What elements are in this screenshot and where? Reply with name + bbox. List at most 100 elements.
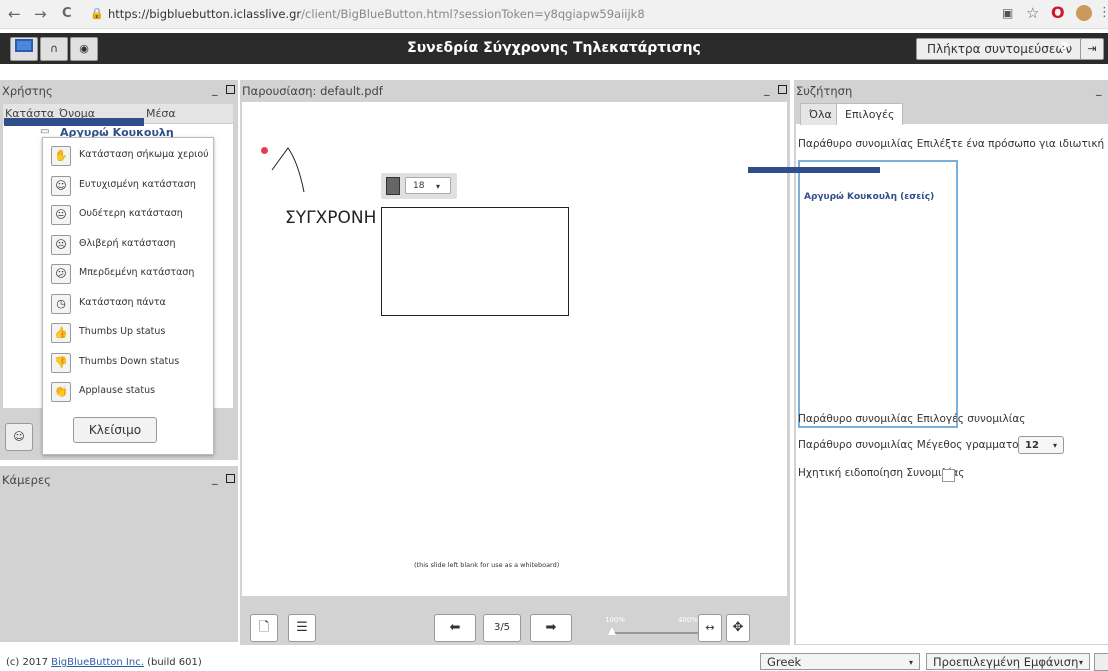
text-color-swatch[interactable] bbox=[386, 177, 400, 195]
maximize-icon[interactable] bbox=[226, 474, 235, 483]
app-header: ∩ ◉ Συνεδρία Σύγχρονης Τηλεκατάρτισης Πλ… bbox=[0, 33, 1108, 64]
fit-icon: ☰ bbox=[296, 620, 308, 635]
forward-icon[interactable]: → bbox=[34, 5, 47, 23]
translate-icon[interactable]: ▣ bbox=[1002, 6, 1013, 20]
minimize-icon[interactable]: _ bbox=[1096, 83, 1102, 96]
status-menu-item[interactable]: 😐 Ουδέτερη κατάσταση bbox=[51, 203, 211, 229]
bbb-link[interactable]: BigBlueButton Inc. bbox=[51, 657, 144, 668]
language-value: Greek bbox=[767, 655, 802, 669]
logout-button[interactable]: ⇥ bbox=[1080, 38, 1104, 60]
smiley-icon: ☺ bbox=[13, 430, 25, 443]
profile-avatar[interactable] bbox=[1076, 5, 1092, 21]
status-menu-label: Μπερδεμένη κατάσταση bbox=[79, 267, 195, 278]
status-menu-item[interactable]: ☹ Θλιβερή κατάσταση bbox=[51, 233, 211, 259]
presentation-title: Παρουσίαση: default.pdf bbox=[242, 84, 383, 98]
next-slide-button[interactable]: ➡ bbox=[530, 614, 572, 642]
status-menu: ✋ Κατάσταση σήκωμα χεριού ☺ Ευτυχισμένη κατ… bbox=[42, 137, 214, 455]
page-indicator[interactable]: 3/5 bbox=[483, 614, 521, 642]
chevron-down-icon: ▾ bbox=[1053, 441, 1058, 450]
browser-toolbar: ← → C 🔒 https://bigbluebutton.iclasslive… bbox=[0, 0, 1108, 29]
font-size-label: Παράθυρο συνομιλίας Μέγεθος γραμματοσειρ… bbox=[798, 439, 1055, 451]
status-menu-item[interactable]: ☺ Ευτυχισμένη κατάσταση bbox=[51, 174, 211, 200]
arrow-right-icon: ➡ bbox=[545, 620, 557, 635]
status-menu-item[interactable]: 👎 Thumbs Down status bbox=[51, 351, 211, 377]
move-button[interactable]: ✥ bbox=[726, 614, 750, 642]
status-menu-item[interactable]: ◷ Κατάσταση πάντα bbox=[51, 292, 211, 318]
blank-slide-note: (this slide left blank for use as a whit… bbox=[414, 561, 560, 569]
lock-icon: 🔒 bbox=[90, 7, 104, 20]
reload-icon[interactable]: C bbox=[62, 6, 72, 21]
layout-select[interactable]: Προεπιλεγμένη Εμφάνιση ▾ bbox=[926, 653, 1090, 670]
upload-button[interactable]: 🗋 bbox=[250, 614, 278, 642]
status-menu-label: Ουδέτερη κατάσταση bbox=[79, 208, 183, 219]
status-menu-item[interactable]: ✋ Κατάσταση σήκωμα χεριού bbox=[51, 144, 211, 170]
minimize-icon[interactable]: _ bbox=[212, 472, 218, 485]
emoji-status-button[interactable]: ☺ bbox=[5, 423, 33, 451]
url-host: https://bigbluebutton.iclasslive.gr bbox=[108, 7, 302, 21]
column-media[interactable]: Μέσα bbox=[146, 107, 176, 120]
minimize-icon[interactable]: _ bbox=[212, 83, 218, 96]
status-icon: 😐 bbox=[51, 205, 71, 225]
font-size-select[interactable]: 18 ▾ bbox=[405, 177, 451, 194]
copyright-prefix: (c) 2017 bbox=[6, 657, 48, 668]
move-icon: ✥ bbox=[732, 620, 744, 635]
chevron-down-icon: ▾ bbox=[1078, 658, 1083, 667]
address-bar[interactable]: https://bigbluebutton.iclasslive.gr/clie… bbox=[108, 3, 928, 25]
sound-notification-label: Ηχητική ειδοποίηση Συνομιλίας bbox=[798, 467, 965, 479]
status-icon: ☹ bbox=[51, 234, 71, 255]
chat-font-size-select[interactable]: 12 ▾ bbox=[1018, 436, 1064, 454]
tab-all[interactable]: Όλα bbox=[800, 103, 841, 125]
tab-options[interactable]: Επιλογές bbox=[836, 103, 904, 125]
previous-slide-button[interactable]: ⬅ bbox=[434, 614, 476, 642]
zoom-slider-thumb[interactable] bbox=[608, 627, 616, 635]
zoom-slider[interactable] bbox=[612, 632, 700, 634]
apply-layout-button[interactable] bbox=[1094, 653, 1108, 671]
freehand-stroke bbox=[271, 147, 305, 193]
fit-width-button[interactable]: ↔ bbox=[698, 614, 722, 642]
chat-options-label: Παράθυρο συνομιλίας Επιλογές συνομιλίας bbox=[798, 413, 1026, 425]
status-menu-label: Κατάσταση πάντα bbox=[79, 296, 166, 308]
sound-notification-checkbox[interactable] bbox=[942, 469, 955, 482]
status-menu-label: Ευτυχισμένη κατάσταση bbox=[79, 178, 196, 190]
private-chat-hint: Παράθυρο συνομιλίας Επιλέξτε ένα πρόσωπο… bbox=[798, 138, 1108, 150]
minimize-icon[interactable]: _ bbox=[764, 83, 770, 96]
upload-icon: 🗋 bbox=[258, 620, 270, 635]
cameras-panel-title: Κάμερες bbox=[2, 473, 51, 487]
chevron-down-icon: ▾ bbox=[436, 182, 441, 191]
chat-user-entry[interactable]: Αργυρώ Κουκουλη (εσείς) bbox=[804, 192, 934, 202]
laser-pointer bbox=[261, 147, 268, 154]
status-menu-label: Applause status bbox=[79, 385, 156, 396]
maximize-icon[interactable] bbox=[778, 85, 787, 94]
copyright-suffix: (build 601) bbox=[147, 657, 202, 668]
bookmark-star-icon[interactable]: ☆ bbox=[1026, 4, 1039, 22]
chat-panel-title: Συζήτηση bbox=[796, 84, 853, 98]
opera-icon[interactable]: O bbox=[1051, 3, 1065, 22]
back-icon[interactable]: ← bbox=[8, 5, 21, 23]
status-menu-label: Thumbs Up status bbox=[79, 326, 166, 337]
status-menu-item[interactable]: 😕 Μπερδεμένη κατάσταση bbox=[51, 262, 211, 288]
language-select[interactable]: Greek ▾ bbox=[760, 653, 920, 670]
redaction-bar bbox=[748, 167, 880, 173]
text-tool-options: 18 ▾ bbox=[381, 173, 457, 199]
users-panel-title: Χρήστης bbox=[2, 84, 53, 98]
status-icon: 😕 bbox=[51, 264, 71, 284]
user-status-icon: ▭ bbox=[40, 126, 50, 137]
fit-page-button[interactable]: ☰ bbox=[288, 614, 316, 642]
status-icon: ☺ bbox=[51, 175, 71, 196]
status-icon: 👏 bbox=[51, 382, 71, 402]
chat-font-size-value: 12 bbox=[1025, 440, 1039, 451]
maximize-icon[interactable] bbox=[226, 85, 235, 94]
layout-value: Προεπιλεγμένη Εμφάνιση bbox=[933, 655, 1079, 669]
redaction-bar bbox=[4, 118, 144, 126]
status-menu-label: Θλιβερή κατάσταση bbox=[79, 237, 176, 249]
close-button[interactable]: Κλείσιμο bbox=[73, 417, 157, 443]
status-menu-item[interactable]: 👏 Applause status bbox=[51, 380, 211, 406]
zoom-max-label: 400% bbox=[678, 616, 699, 624]
help-button[interactable]: ? bbox=[1060, 39, 1069, 57]
text-box[interactable] bbox=[381, 207, 569, 316]
url-path: /client/BigBlueButton.html?sessionToken=… bbox=[301, 7, 645, 21]
menu-dots-icon[interactable]: ⋮ bbox=[1098, 5, 1108, 20]
shortcut-keys-button[interactable]: Πλήκτρα συντομεύσεων bbox=[916, 38, 1084, 60]
zoom-min-label: 100% bbox=[605, 616, 626, 624]
status-menu-item[interactable]: 👍 Thumbs Up status bbox=[51, 321, 211, 347]
